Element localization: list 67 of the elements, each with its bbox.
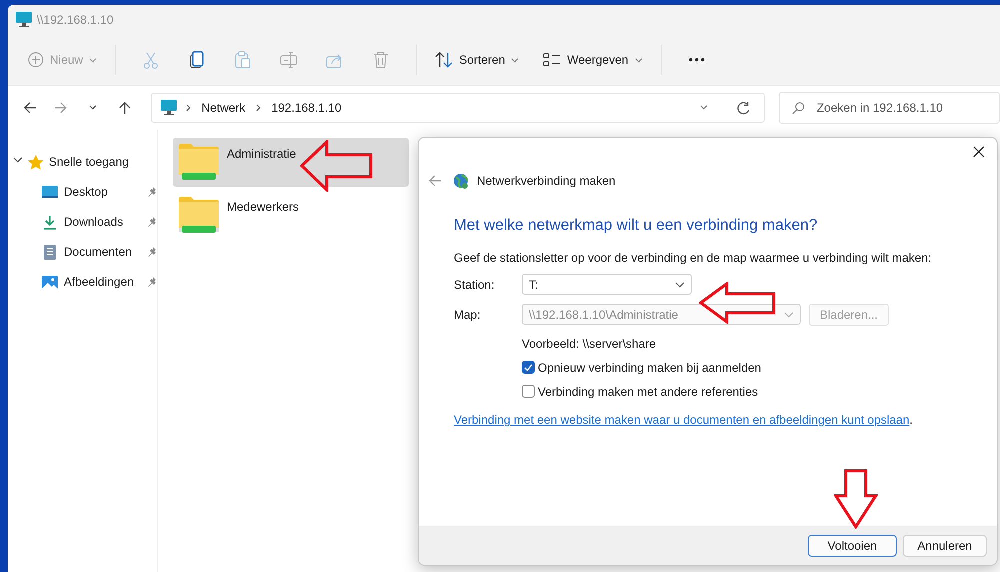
trash-icon — [372, 50, 390, 70]
chevron-down-icon — [700, 105, 708, 111]
sidebar-item[interactable]: Documenten — [64, 245, 141, 259]
caret-icon — [634, 56, 643, 64]
dialog-heading: Met welke netwerkmap wilt u een verbinding maken? — [454, 217, 819, 235]
checkbox-label[interactable]: Verbinding maken met andere referenties — [538, 384, 758, 398]
dialog-title: Netwerkverbinding maken — [477, 174, 616, 188]
station-label: Station: — [454, 278, 496, 292]
search-input[interactable]: Zoeken in 192.168.1.10 — [814, 100, 999, 116]
download-icon — [42, 214, 58, 230]
close-icon — [973, 146, 985, 158]
picture-icon — [42, 274, 58, 290]
monitor-icon — [160, 99, 178, 117]
dialog-button[interactable]: Voltooien — [808, 534, 897, 556]
chevron-right-icon — [186, 104, 192, 112]
caret-icon — [511, 56, 520, 64]
folder-item[interactable]: Medewerkers — [173, 191, 409, 240]
up-arrow-icon — [118, 101, 132, 115]
example-text: Voorbeeld: \\server\share — [522, 337, 658, 351]
globe-icon — [453, 173, 469, 189]
address-bar[interactable]: Netwerk 192.168.1.10 — [150, 93, 765, 123]
view-button[interactable]: Weergeven — [537, 48, 649, 72]
rename-icon — [280, 50, 298, 70]
search-icon — [792, 102, 805, 114]
chevron-down-icon — [89, 105, 98, 111]
monitor-icon — [15, 11, 33, 29]
document-icon — [42, 244, 58, 260]
dialog-button[interactable]: Annuleren — [903, 534, 987, 556]
checkmark-icon — [524, 364, 533, 372]
view-icon — [543, 52, 562, 68]
checkbox-label[interactable]: Opnieuw verbinding maken bij aanmelden — [538, 360, 762, 374]
back-icon — [22, 101, 37, 115]
chevron-right-icon — [256, 104, 262, 112]
chevron-down-icon — [784, 312, 794, 318]
desktop-icon — [42, 184, 58, 200]
plus-icon — [28, 52, 44, 68]
refresh-icon — [736, 101, 750, 115]
checkbox[interactable] — [522, 361, 535, 374]
station-dropdown[interactable]: T: — [522, 274, 692, 295]
caret-icon — [89, 56, 98, 64]
search-field[interactable]: Zoeken in 192.168.1.10 — [778, 92, 1000, 124]
scissors-icon — [142, 50, 160, 70]
sort-icon — [435, 51, 454, 69]
folder-item[interactable]: Administratie — [173, 138, 409, 187]
sidebar-item[interactable]: Downloads — [64, 215, 141, 229]
network-folder-icon — [179, 142, 219, 180]
sidebar-item[interactable]: Afbeeldingen — [64, 275, 141, 289]
link-sentence: Verbinding met een website maken waar u documenten en afbeeldingen kunt opslaan. — [454, 413, 914, 427]
copy-icon — [188, 50, 206, 70]
sidebar-item[interactable]: Desktop — [64, 185, 141, 199]
sort-button[interactable]: Sorteren — [429, 47, 526, 73]
checkbox[interactable] — [522, 385, 535, 398]
forward-icon — [54, 101, 68, 115]
folder-label: Map: — [454, 308, 482, 322]
arrow-annotation — [834, 469, 878, 529]
network-folder-icon — [179, 195, 219, 233]
sidebar-item[interactable]: Snelle toegang — [49, 155, 130, 169]
chevron-down-icon — [675, 282, 685, 288]
back-icon — [428, 174, 442, 188]
website-link[interactable]: Verbinding met een website maken waar u documenten en afbeeldingen kunt opslaan — [454, 413, 910, 427]
clipboard-icon — [234, 50, 252, 70]
breadcrumb[interactable]: Netwerk — [200, 99, 248, 117]
breadcrumb[interactable]: 192.168.1.10 — [270, 99, 344, 117]
window-title: \\192.168.1.10 — [37, 13, 114, 27]
more-icon — [688, 58, 705, 62]
instruction-text: Geef de stationsletter op voor de verbinding en de map waarmee u verbinding wilt maken: — [454, 251, 933, 265]
star-icon — [28, 154, 44, 170]
